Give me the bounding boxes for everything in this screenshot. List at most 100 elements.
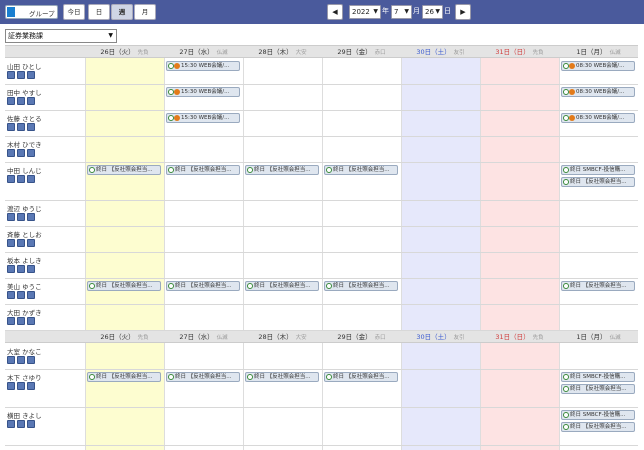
event-chip[interactable]: 15:30 WEB会議/... <box>166 87 240 97</box>
calendar-icon[interactable] <box>17 420 25 428</box>
event-chip[interactable]: 終日 【反社照会担当... <box>166 372 240 382</box>
clock-icon <box>563 179 569 185</box>
member-name[interactable]: 渡辺 ゆうじ <box>7 203 42 213</box>
event-chip[interactable]: 終日 SMBCF-投信購... <box>561 372 635 382</box>
event-chip[interactable]: 終日 【反社照会担当... <box>166 281 240 291</box>
event-chip[interactable]: 終日 SMBCF-投信購... <box>561 165 635 175</box>
event-chip[interactable]: 終日 【反社照会担当... <box>87 281 161 291</box>
event-chip[interactable]: 15:30 WEB会議/... <box>166 113 240 123</box>
calendar-icon[interactable] <box>17 71 25 79</box>
calendar-icon[interactable] <box>27 123 35 131</box>
clock-icon <box>247 283 253 289</box>
next-icon[interactable]: ▶ <box>455 4 471 20</box>
calendar-icon[interactable] <box>17 239 25 247</box>
calendar-icon[interactable] <box>27 239 35 247</box>
calendar-icon[interactable] <box>7 265 15 273</box>
calendar-icon[interactable] <box>7 97 15 105</box>
calendar-icon[interactable] <box>17 291 25 299</box>
calendar-icon[interactable] <box>7 213 15 221</box>
event-chip[interactable]: 終日 【反社照会担当... <box>324 281 398 291</box>
member-name[interactable]: 木村 ひでき <box>7 139 42 149</box>
calendar-icon[interactable] <box>7 317 15 325</box>
calendar-icon[interactable] <box>17 175 25 183</box>
member-name[interactable]: 佐藤 さとる <box>7 113 42 123</box>
calendar-icon[interactable] <box>7 382 15 390</box>
member-row <box>5 85 638 111</box>
calendar-icon[interactable] <box>27 71 35 79</box>
event-title: 終日 【反社照会担当... <box>254 374 311 380</box>
event-chip[interactable]: 終日 【反社照会担当... <box>87 165 161 175</box>
department-select[interactable]: 証券業務課 ▼ <box>5 29 117 43</box>
calendar-icon[interactable] <box>17 123 25 131</box>
calendar-icon[interactable] <box>27 97 35 105</box>
event-chip[interactable]: 終日 【反社照会担当... <box>245 281 319 291</box>
calendar-icon[interactable] <box>17 356 25 364</box>
member-name[interactable]: 斉藤 としお <box>7 229 42 239</box>
clock-icon <box>563 386 569 392</box>
member-name[interactable]: 美山 ゆうこ <box>7 281 42 291</box>
event-chip[interactable]: 15:30 WEB会議/... <box>166 61 240 71</box>
member-name[interactable]: 山田 ひとし <box>7 61 41 71</box>
prev-icon[interactable]: ◀ <box>327 4 343 20</box>
event-chip[interactable]: 08:30 WEB会議/... <box>561 61 635 71</box>
day-select[interactable]: 26 ▼ <box>422 5 443 19</box>
calendar-icon[interactable] <box>7 239 15 247</box>
member-name[interactable]: 中田 しんじ <box>7 165 42 175</box>
today-button[interactable]: 今日 <box>63 4 85 20</box>
calendar-icon[interactable] <box>17 149 25 157</box>
event-chip[interactable]: 08:30 WEB会議/... <box>561 87 635 97</box>
rokuyo-label: 友引 <box>453 335 465 341</box>
group-toggle[interactable]: グループ <box>5 5 58 19</box>
calendar-icon[interactable] <box>17 265 25 273</box>
calendar-icon[interactable] <box>27 356 35 364</box>
event-chip[interactable]: 終日 【反社照会担当... <box>561 422 635 432</box>
event-chip[interactable]: 終日 【反社照会担当... <box>561 281 635 291</box>
event-chip[interactable]: 終日 SMBCF-投信購... <box>561 410 635 420</box>
calendar-icon[interactable] <box>27 420 35 428</box>
clock-icon <box>563 412 569 418</box>
calendar-icon[interactable] <box>17 213 25 221</box>
event-chip[interactable]: 終日 【反社照会担当... <box>561 177 635 187</box>
event-chip[interactable]: 終日 【反社照会担当... <box>87 372 161 382</box>
member-name[interactable]: 田中 やすし <box>7 87 42 97</box>
event-chip[interactable]: 終日 【反社照会担当... <box>245 165 319 175</box>
calendar-icon[interactable] <box>27 291 35 299</box>
calendar-icon[interactable] <box>27 317 35 325</box>
event-chip[interactable]: 終日 【反社照会担当... <box>324 165 398 175</box>
member-name[interactable]: 坂本 よしき <box>7 255 42 265</box>
calendar-icon[interactable] <box>7 420 15 428</box>
calendar-icon[interactable] <box>7 291 15 299</box>
calendar-icon[interactable] <box>7 175 15 183</box>
calendar-icon[interactable] <box>7 149 15 157</box>
day-view-button[interactable]: 日 <box>88 4 110 20</box>
member-name[interactable]: 大室 かなこ <box>7 346 42 356</box>
calendar-icon[interactable] <box>17 317 25 325</box>
calendar-icon[interactable] <box>27 213 35 221</box>
month-select[interactable]: 7 ▼ <box>391 5 412 19</box>
member-name[interactable]: 木下 さゆり <box>7 372 42 382</box>
calendar-icon[interactable] <box>17 97 25 105</box>
calendar-icon[interactable] <box>7 71 15 79</box>
event-chip[interactable]: 08:30 WEB会議/... <box>561 113 635 123</box>
member-name[interactable]: 横田 きよし <box>7 410 42 420</box>
event-title: 終日 【反社照会担当... <box>175 374 232 380</box>
event-title: 終日 【反社照会担当... <box>175 167 232 173</box>
calendar-icon[interactable] <box>27 265 35 273</box>
calendar-icon[interactable] <box>17 382 25 390</box>
member-name[interactable]: 大田 かずき <box>7 307 42 317</box>
calendar-icon[interactable] <box>27 382 35 390</box>
calendar-icon[interactable] <box>7 123 15 131</box>
month-view-button[interactable]: 月 <box>134 4 156 20</box>
week-view-button[interactable]: 週 <box>111 4 133 20</box>
year-select[interactable]: 2022 ▼ <box>349 5 381 19</box>
calendar-icon[interactable] <box>7 356 15 364</box>
event-title: 終日 【反社照会担当... <box>254 283 311 289</box>
calendar-icon[interactable] <box>27 175 35 183</box>
clock-icon <box>563 424 569 430</box>
event-chip[interactable]: 終日 【反社照会担当... <box>166 165 240 175</box>
date-header: 1日（月） 仏滅 <box>559 46 638 58</box>
calendar-icon[interactable] <box>27 149 35 157</box>
event-chip[interactable]: 終日 【反社照会担当... <box>561 384 635 394</box>
event-chip[interactable]: 終日 【反社照会担当... <box>245 372 319 382</box>
event-chip[interactable]: 終日 【反社照会担当... <box>324 372 398 382</box>
